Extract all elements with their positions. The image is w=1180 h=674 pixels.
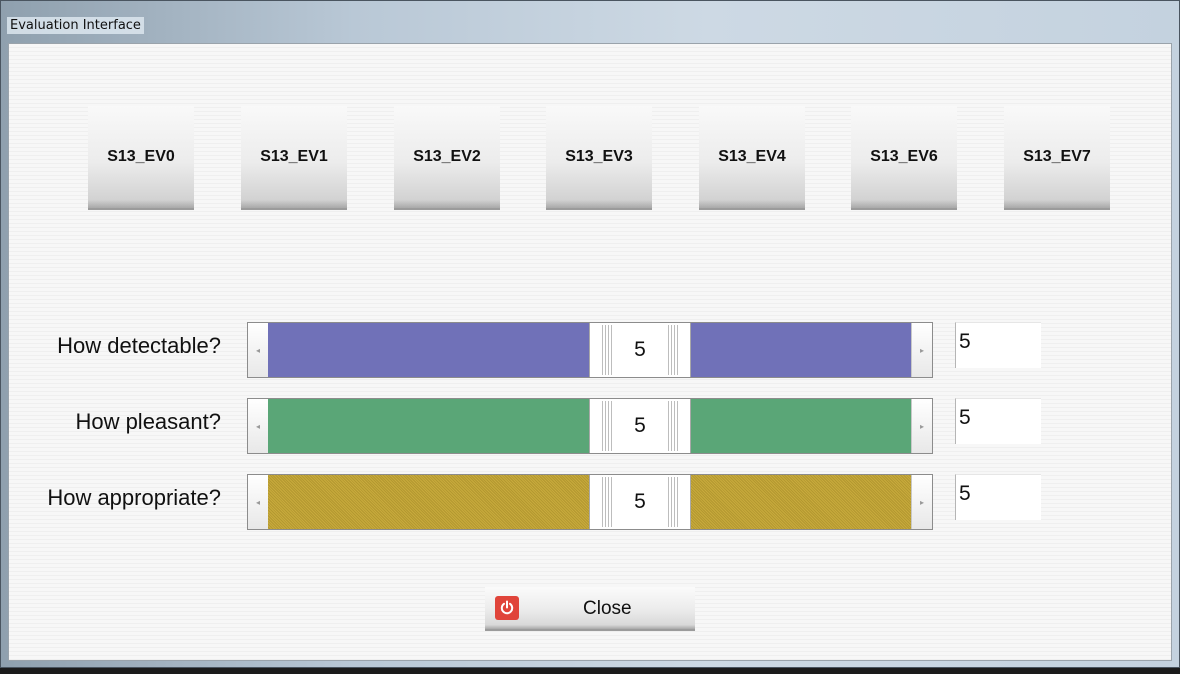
scroll-left-arrow-icon[interactable]: ◂ xyxy=(248,475,269,529)
ev-button-label: S13_EV6 xyxy=(870,148,938,165)
ev-button-label: S13_EV3 xyxy=(565,148,633,165)
close-button[interactable]: Close xyxy=(485,587,695,631)
appropriate-slider[interactable]: ◂ 5 ▸ xyxy=(247,474,933,530)
grip-icon xyxy=(668,477,678,527)
appropriate-label: How appropriate? xyxy=(47,485,221,510)
ev-button-label: S13_EV2 xyxy=(413,148,481,165)
close-button-label: Close xyxy=(583,598,632,619)
appropriate-value-field[interactable]: 5 xyxy=(955,474,1041,520)
scroll-right-arrow-icon[interactable]: ▸ xyxy=(911,323,932,377)
grip-icon xyxy=(602,477,612,527)
grip-icon xyxy=(668,401,678,451)
pleasant-slider[interactable]: ◂ 5 ▸ xyxy=(247,398,933,454)
pleasant-value-field[interactable]: 5 xyxy=(955,398,1041,444)
window-title: Evaluation Interface xyxy=(7,17,144,34)
scroll-left-arrow-icon[interactable]: ◂ xyxy=(248,399,269,453)
grip-icon xyxy=(602,401,612,451)
detectable-slider[interactable]: ◂ 5 ▸ xyxy=(247,322,933,378)
scroll-right-arrow-icon[interactable]: ▸ xyxy=(911,399,932,453)
grip-icon xyxy=(602,325,612,375)
ev-button-s13-ev4[interactable]: S13_EV4 xyxy=(699,106,805,210)
slider-thumb-value: 5 xyxy=(634,414,646,437)
slider-thumb-value: 5 xyxy=(634,338,646,361)
detectable-value-field[interactable]: 5 xyxy=(955,322,1041,368)
slider-thumb-value: 5 xyxy=(634,490,646,513)
ev-button-s13-ev3[interactable]: S13_EV3 xyxy=(546,106,652,210)
ev-button-s13-ev0[interactable]: S13_EV0 xyxy=(88,106,194,210)
ev-button-s13-ev7[interactable]: S13_EV7 xyxy=(1004,106,1110,210)
grip-icon xyxy=(668,325,678,375)
detectable-label: How detectable? xyxy=(57,333,221,358)
ev-button-s13-ev1[interactable]: S13_EV1 xyxy=(241,106,347,210)
evaluation-window: Evaluation Interface S13_EV0 S13_EV1 S13… xyxy=(0,0,1180,668)
ev-button-s13-ev2[interactable]: S13_EV2 xyxy=(394,106,500,210)
slider-thumb[interactable]: 5 xyxy=(589,323,691,377)
power-icon xyxy=(495,596,519,620)
ev-button-s13-ev6[interactable]: S13_EV6 xyxy=(851,106,957,210)
slider-thumb[interactable]: 5 xyxy=(589,399,691,453)
scroll-right-arrow-icon[interactable]: ▸ xyxy=(911,475,932,529)
ev-button-label: S13_EV0 xyxy=(107,148,175,165)
slider-thumb[interactable]: 5 xyxy=(589,475,691,529)
ev-button-label: S13_EV1 xyxy=(260,148,328,165)
client-area: S13_EV0 S13_EV1 S13_EV2 S13_EV3 S13_EV4 … xyxy=(8,43,1172,661)
scroll-left-arrow-icon[interactable]: ◂ xyxy=(248,323,269,377)
ev-button-label: S13_EV4 xyxy=(718,148,786,165)
ev-button-label: S13_EV7 xyxy=(1023,148,1091,165)
title-bar[interactable]: Evaluation Interface xyxy=(1,1,1180,41)
pleasant-label: How pleasant? xyxy=(75,409,221,434)
